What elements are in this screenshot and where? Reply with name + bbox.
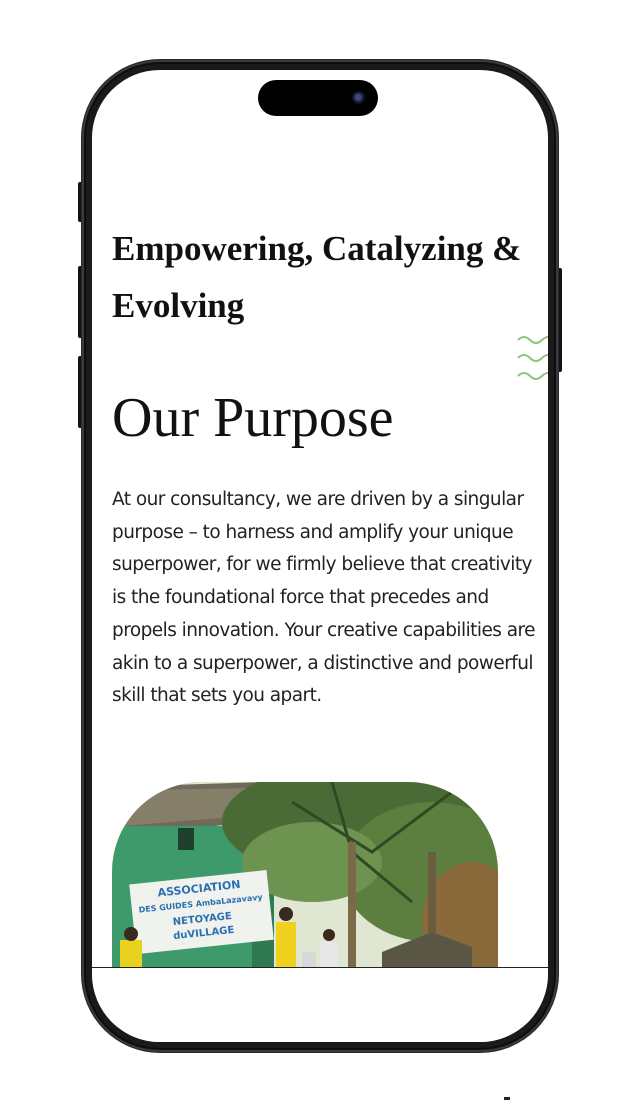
divider-mark (504, 1097, 510, 1100)
page-title: Our Purpose (112, 387, 394, 449)
community-photo: ASSOCIATION DES GUIDES AmbaLazavavy NETO… (112, 782, 498, 972)
dynamic-island (258, 80, 378, 116)
tagline: Empowering, Catalyzing & Evolving (112, 229, 522, 325)
phone-frame: Empowering, Catalyzing & Evolving Our Pu… (82, 60, 558, 1052)
front-camera-icon (352, 91, 366, 105)
mockup-stage: Empowering, Catalyzing & Evolving Our Pu… (0, 0, 641, 1111)
phone-screen[interactable]: Empowering, Catalyzing & Evolving Our Pu… (92, 70, 548, 1042)
purpose-paragraph: At our consultancy, we are driven by a s… (112, 489, 536, 707)
bottom-bar (92, 967, 548, 1042)
wave-lines-icon (517, 336, 548, 380)
photo-illustration: ASSOCIATION DES GUIDES AmbaLazavavy NETO… (112, 782, 498, 972)
